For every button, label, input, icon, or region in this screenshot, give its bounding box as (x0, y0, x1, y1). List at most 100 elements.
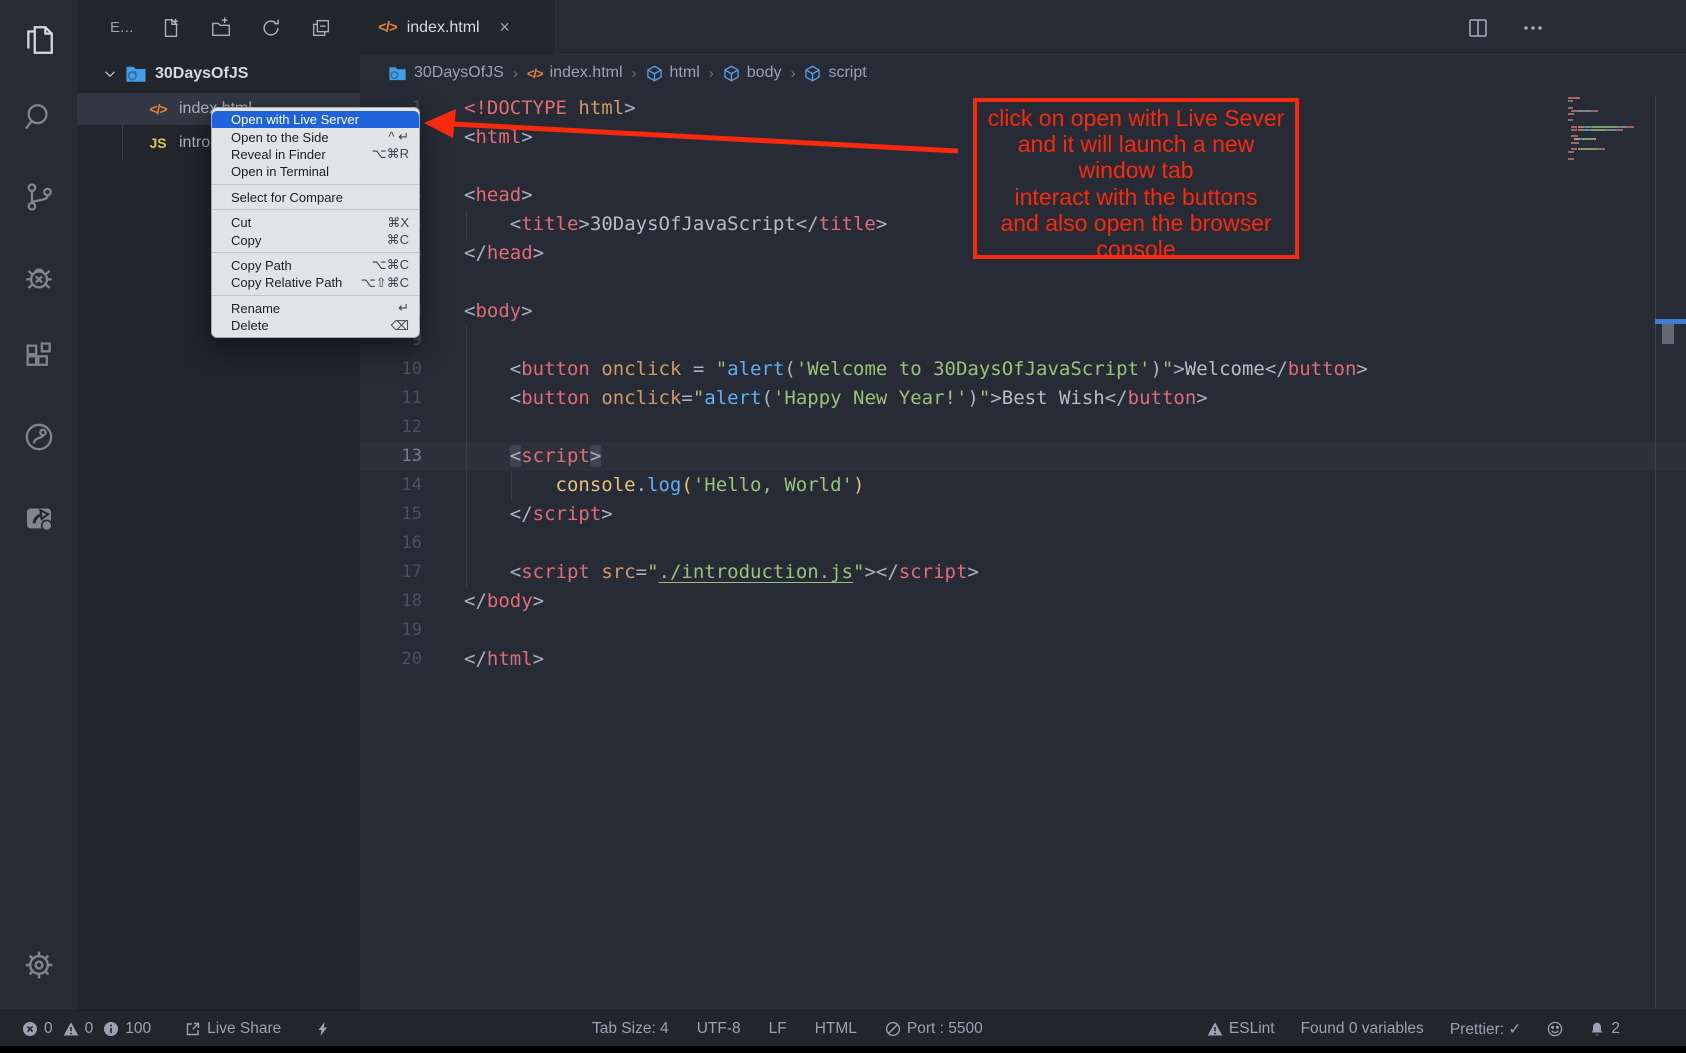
status-item-label: ESLint (1229, 1020, 1275, 1038)
live-share-icon[interactable] (19, 417, 59, 457)
search-icon[interactable] (19, 97, 59, 137)
scrollbar-thumb[interactable] (1662, 324, 1674, 344)
source-control-icon[interactable] (19, 177, 59, 217)
refresh-icon[interactable] (258, 15, 284, 41)
breadcrumb-item-30daysofjs[interactable]: 30DaysOfJS (388, 64, 504, 82)
status-center: Tab Size: 4 UTF-8 LF HTML Port : 5500 (592, 1011, 983, 1047)
line-number: 17 (360, 558, 422, 587)
minimap-line (1568, 126, 1652, 128)
code-line-11[interactable]: 11 <button onclick="alert('Happy New Yea… (360, 384, 1686, 413)
menu-item-open-in-terminal[interactable]: Open in Terminal (212, 163, 419, 180)
status-item-0[interactable]: 0 (63, 1020, 94, 1038)
new-folder-icon[interactable] (208, 15, 234, 41)
menu-item-open-to-the-side[interactable]: Open to the Side^ ↵ (212, 128, 419, 145)
status-item-utf-8[interactable]: UTF-8 (697, 1020, 741, 1038)
status-item-prettier[interactable]: Prettier: ✓ (1450, 1020, 1522, 1039)
explorer-icon[interactable] (19, 20, 59, 60)
activity-bar (0, 0, 77, 1010)
code-line-9[interactable]: 9 (360, 326, 1686, 355)
menu-item-copy-relative-path[interactable]: Copy Relative Path⌥⇧⌘C (212, 274, 419, 291)
explorer-header: E... (77, 0, 360, 55)
tab-close-icon[interactable]: × (494, 17, 516, 39)
extensions-icon[interactable] (19, 337, 59, 377)
menu-item-copy-path[interactable]: Copy Path⌥⌘C (212, 257, 419, 274)
folder-row-30daysofjs[interactable]: 30DaysOfJS (77, 58, 360, 90)
status-item-label: Tab Size: 4 (592, 1020, 669, 1038)
menu-item-open-with-live-server[interactable]: Open with Live Server (212, 111, 419, 128)
chevron-down-icon (103, 67, 117, 81)
status-item-eslint[interactable]: ESLint (1207, 1020, 1275, 1038)
code-text: </html> (464, 645, 544, 674)
line-number: 20 (360, 645, 422, 674)
code-line-14[interactable]: 14 console.log('Hello, World') (360, 471, 1686, 500)
menu-item-copy[interactable]: Copy⌘C (212, 231, 419, 248)
menu-item-cut[interactable]: Cut⌘X (212, 214, 419, 231)
status-item-0[interactable]: 0 (22, 1020, 53, 1038)
code-line-7[interactable]: 7 (360, 268, 1686, 297)
code-line-17[interactable]: 17 <script src="./introduction.js"></scr… (360, 558, 1686, 587)
code-line-12[interactable]: 12 (360, 413, 1686, 442)
minimap-line (1568, 138, 1652, 140)
code-line-20[interactable]: 20 </html> (360, 645, 1686, 674)
settings-gear-icon[interactable] (19, 945, 59, 985)
tab-index-html[interactable]: </> index.html × (360, 0, 556, 55)
explorer-title: E... (110, 19, 134, 36)
share-export-icon[interactable] (19, 497, 59, 537)
status-item-port-5500[interactable]: Port : 5500 (885, 1020, 983, 1038)
breadcrumb-item-script[interactable]: script (804, 64, 866, 82)
line-number: 13 (360, 442, 422, 471)
cube-icon (646, 65, 663, 82)
info-icon (103, 1021, 119, 1037)
status-item-2[interactable]: 2 (1589, 1020, 1620, 1038)
code-line-18[interactable]: 18</body> (360, 587, 1686, 616)
code-line-16[interactable]: 16 (360, 529, 1686, 558)
menu-separator (212, 295, 419, 296)
status-item-tab-size-4[interactable]: Tab Size: 4 (592, 1020, 669, 1038)
breadcrumb-separator: › (632, 65, 637, 82)
line-number: 19 (360, 616, 422, 645)
status-bar: 00 100 Live Share Tab Size: 4 UTF-8 LF HTML Po… (0, 1010, 1686, 1046)
tab-strip: </> index.html × (360, 0, 1686, 55)
minimap[interactable] (1568, 97, 1652, 161)
new-file-icon[interactable] (158, 15, 184, 41)
more-actions-icon[interactable] (1520, 15, 1546, 41)
menu-item-reveal-in-finder[interactable]: Reveal in Finder⌥⌘R (212, 146, 419, 163)
status-item-live-share[interactable]: Live Share (185, 1020, 281, 1038)
breadcrumb: 30DaysOfJS›</>index.html›html›body›scrip… (360, 55, 1686, 91)
status-item-html[interactable]: HTML (815, 1020, 857, 1038)
annotation-line: click on open with Live Sever (977, 105, 1295, 131)
status-item-smiley[interactable] (1547, 1021, 1563, 1037)
code-line-13[interactable]: 13 <script> (360, 442, 1686, 471)
minimap-line (1568, 158, 1652, 160)
breadcrumb-item-index-html[interactable]: </>index.html (527, 64, 623, 82)
code-line-8[interactable]: 8<body> (360, 297, 1686, 326)
minimap-line (1568, 110, 1652, 112)
breadcrumb-label: 30DaysOfJS (414, 64, 504, 82)
code-line-15[interactable]: 15 </script> (360, 500, 1686, 529)
code-text: <body> (464, 297, 533, 326)
menu-item-label: Select for Compare (231, 190, 409, 205)
code-text: <head> (464, 181, 533, 210)
breadcrumb-item-html[interactable]: html (646, 64, 700, 82)
minimap-line (1568, 142, 1652, 144)
menu-item-rename[interactable]: Rename↵ (212, 300, 419, 317)
collapse-all-icon[interactable] (308, 15, 334, 41)
annotation-line: and also open the browser (977, 210, 1295, 236)
status-item-100[interactable]: 100 (103, 1020, 151, 1038)
breadcrumb-item-body[interactable]: body (723, 64, 782, 82)
code-text: </body> (464, 587, 544, 616)
bolt-icon (315, 1021, 331, 1037)
run-debug-icon[interactable] (19, 258, 59, 298)
menu-item-select-for-compare[interactable]: Select for Compare (212, 189, 419, 206)
menu-item-label: Copy Path (231, 258, 372, 273)
code-text: <button onclick="alert('Happy New Year!'… (464, 384, 1208, 413)
minimap-line (1568, 113, 1652, 115)
status-item-found-0-variables[interactable]: Found 0 variables (1301, 1020, 1424, 1038)
status-item-bolt[interactable] (315, 1021, 331, 1037)
code-line-19[interactable]: 19 (360, 616, 1686, 645)
menu-item-delete[interactable]: Delete⌫ (212, 317, 419, 334)
split-editor-icon[interactable] (1465, 15, 1491, 41)
code-line-10[interactable]: 10 <button onclick = "alert('Welcome to … (360, 355, 1686, 384)
minimap-line (1568, 145, 1652, 147)
status-item-lf[interactable]: LF (769, 1020, 787, 1038)
